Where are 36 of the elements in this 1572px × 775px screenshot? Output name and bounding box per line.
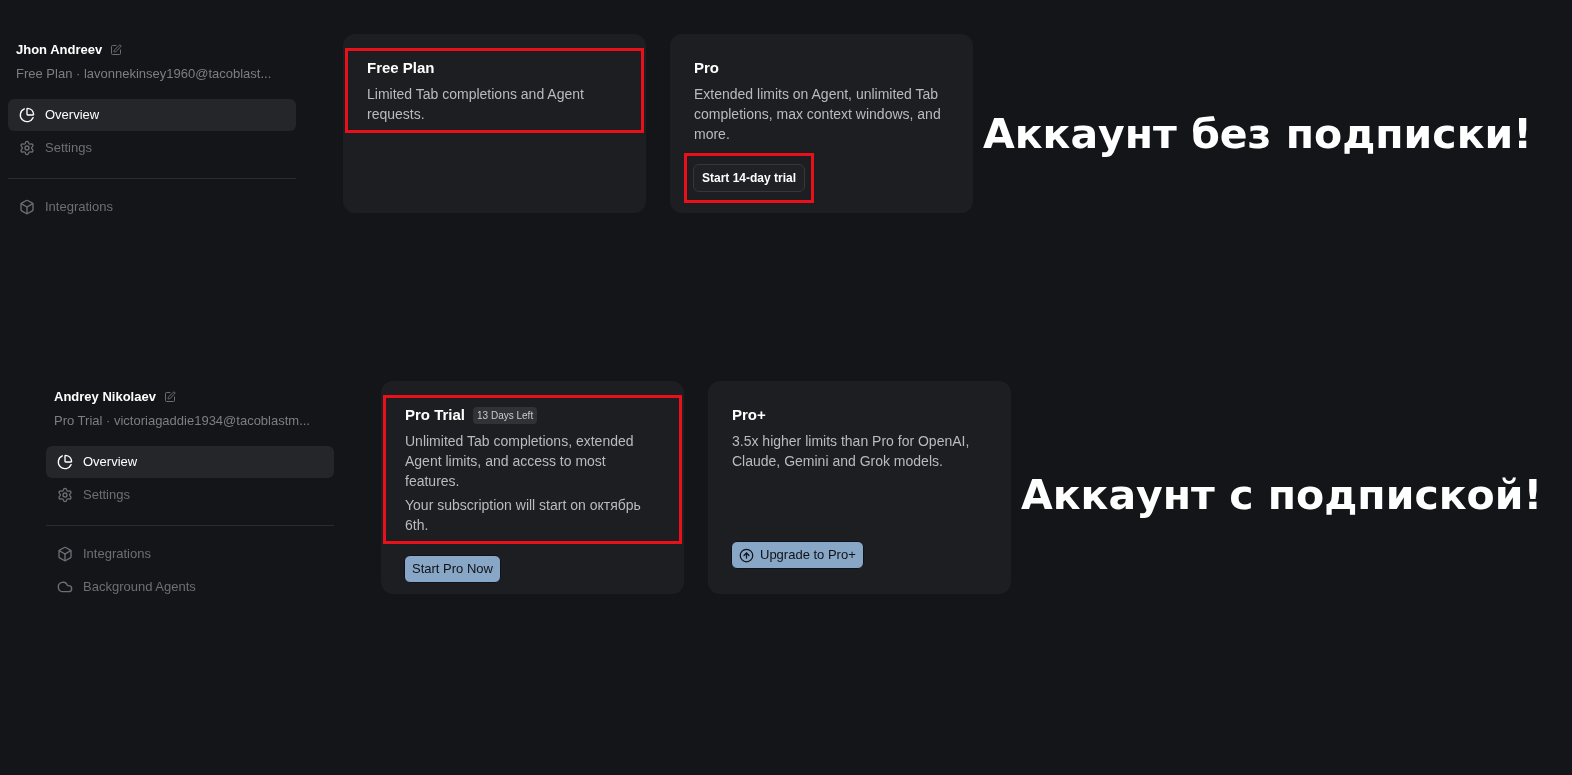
nav-item[interactable]: Settings xyxy=(46,479,334,511)
plan-description: Your subscription will start on октябрь 6th. xyxy=(405,495,642,535)
pie-chart-icon xyxy=(19,107,35,123)
nav-item[interactable]: Background Agents xyxy=(46,571,334,603)
cloud-icon xyxy=(57,579,73,595)
caption: Аккаунт с подпиской! xyxy=(1021,471,1543,519)
upgrade-button[interactable]: Upgrade to Pro+ xyxy=(731,541,864,569)
days-left-badge: 13 Days Left xyxy=(473,406,538,424)
outline-button[interactable]: Start 14-day trial xyxy=(693,163,806,192)
arrow-up-circle-icon xyxy=(739,547,754,563)
nav-item[interactable]: Settings xyxy=(8,132,296,164)
user-name: Andrey Nikolaev xyxy=(54,388,156,406)
plan-description: Unlimited Tab completions, extended Agent limits, and access to most features. xyxy=(405,431,635,491)
plan-title: Free Plan xyxy=(367,58,435,78)
plan-title: Pro xyxy=(694,58,719,78)
nav-item[interactable]: Overview xyxy=(8,99,296,131)
settings-icon xyxy=(57,487,73,503)
plan-description: 3.5x higher limits than Pro for OpenAI, Claude, Gemini and Grok models. xyxy=(732,431,971,471)
user-subtitle: Free Plan · lavonnekinsey1960@tacoblast... xyxy=(15,64,273,83)
edit-icon[interactable] xyxy=(110,43,123,56)
pie-chart-icon xyxy=(57,454,73,470)
nav-item[interactable]: Integrations xyxy=(46,538,334,570)
plan-description: Extended limits on Agent, unlimited Tab completions, max context windows, and more. xyxy=(694,84,942,144)
caption: Аккаунт без подписки! xyxy=(983,110,1532,158)
nav-item[interactable]: Overview xyxy=(46,446,334,478)
settings-icon xyxy=(19,140,35,156)
cube-icon xyxy=(57,546,73,562)
user-name: Jhon Andreev xyxy=(16,41,103,59)
plan-description: Limited Tab completions and Agent requests. xyxy=(367,84,585,124)
primary-button[interactable]: Start Pro Now xyxy=(404,554,501,583)
user-subtitle: Pro Trial · victoriagaddie1934@tacoblastm... xyxy=(53,411,311,430)
cube-icon xyxy=(19,199,35,215)
nav-item[interactable]: Integrations xyxy=(8,191,296,223)
edit-icon[interactable] xyxy=(163,390,176,403)
plan-title: Pro+ xyxy=(732,405,766,425)
plan-title: Pro Trial xyxy=(405,405,466,425)
